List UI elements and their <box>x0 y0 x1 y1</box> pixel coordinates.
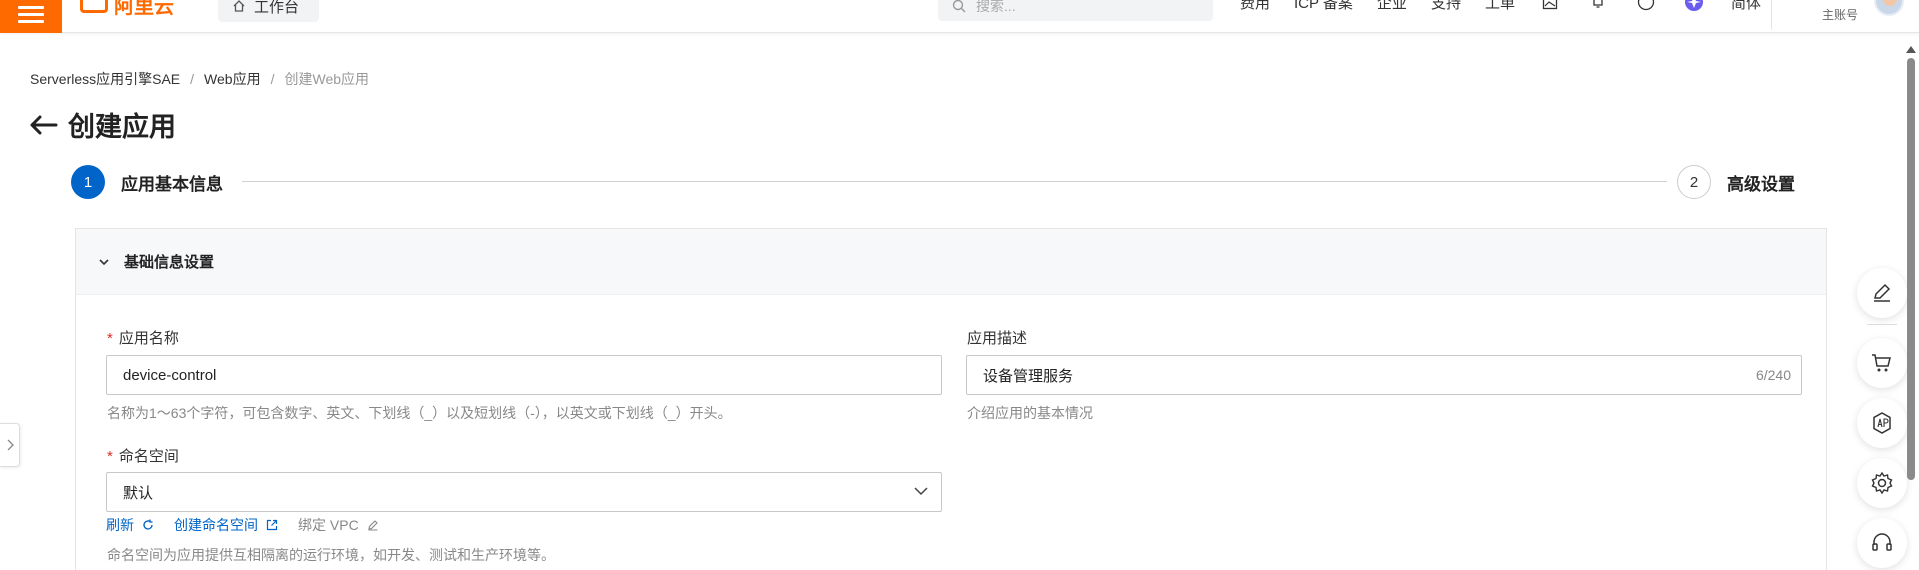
breadcrumb-item-sae[interactable]: Serverless应用引擎SAE <box>30 69 180 89</box>
step-number-circle: 1 <box>71 165 105 199</box>
page-scrollbar[interactable] <box>1906 38 1916 480</box>
image-icon[interactable] <box>1540 0 1560 12</box>
app-desc-input[interactable]: 设备管理服务 6/240 <box>966 355 1802 395</box>
settings-button[interactable] <box>1857 458 1907 508</box>
nav-link-ticket[interactable]: 工单 <box>1485 0 1515 13</box>
customer-service-button[interactable] <box>1857 518 1907 568</box>
external-link-icon <box>266 519 278 531</box>
cart-icon <box>1872 354 1891 372</box>
namespace-label-text: 命名空间 <box>118 448 179 465</box>
app-name-input[interactable]: device-control <box>106 355 942 395</box>
nav-link-billing[interactable]: 费用 <box>1240 0 1270 13</box>
breadcrumb-separator: / <box>190 71 195 87</box>
section-header[interactable]: 基础信息设置 <box>76 229 1826 295</box>
app-name-value: device-control <box>123 366 217 384</box>
step-number-circle: 2 <box>1677 165 1711 199</box>
section-title: 基础信息设置 <box>124 254 215 271</box>
menu-icon <box>18 5 44 24</box>
top-navigation-bar: 阿里云 工作台 搜索... 费用 ICP 备案 企业 支持 工单 简体 主账号 <box>0 0 1919 33</box>
edit-button[interactable] <box>1857 268 1907 318</box>
hamburger-menu-button[interactable] <box>0 0 62 33</box>
avatar[interactable] <box>1874 0 1904 16</box>
topbar-divider <box>1771 0 1772 30</box>
namespace-actions: 刷新 创建命名空间 绑定 VPC <box>106 515 379 535</box>
aliyun-logo[interactable]: 阿里云 <box>80 0 174 18</box>
app-desc-help: 介绍应用的基本情况 <box>967 405 1093 421</box>
workbench-label: 工作台 <box>254 0 300 16</box>
breadcrumb: Serverless应用引擎SAE / Web应用 / 创建Web应用 <box>30 69 369 89</box>
bell-icon[interactable] <box>1588 0 1608 12</box>
app-desc-label: 应用描述 <box>967 330 1028 347</box>
logo-text: 阿里云 <box>114 0 174 18</box>
chevron-down-icon <box>99 258 109 265</box>
create-namespace-link[interactable]: 创建命名空间 <box>174 515 278 535</box>
chevron-down-icon <box>914 487 928 496</box>
nav-link-icp[interactable]: ICP 备案 <box>1294 0 1353 13</box>
chevron-right-icon <box>7 439 14 451</box>
namespace-label: * 命名空间 <box>107 445 179 466</box>
step-advanced-settings[interactable]: 2 高级设置 <box>1677 165 1795 199</box>
toolbar-divider <box>1867 324 1897 325</box>
step-basic-info[interactable]: 1 应用基本信息 <box>71 165 223 199</box>
edit-icon <box>1874 283 1891 302</box>
search-input[interactable]: 搜索... <box>938 0 1213 21</box>
step-label: 高级设置 <box>1727 174 1795 194</box>
bind-vpc-label: 绑定 VPC <box>298 517 359 533</box>
headset-icon <box>1872 533 1892 551</box>
app-name-help: 名称为1～63个字符，可包含数字、英文、下划线（_）以及短划线（-），以英文或下… <box>107 405 732 421</box>
scroll-up-arrow-icon[interactable] <box>1906 46 1916 53</box>
api-icon <box>1873 412 1891 434</box>
bind-vpc-link[interactable]: 绑定 VPC <box>298 515 379 535</box>
workbench-button[interactable]: 工作台 <box>218 0 319 22</box>
ai-assistant-icon[interactable] <box>1684 0 1704 12</box>
search-placeholder: 搜索... <box>976 0 1016 14</box>
create-namespace-label: 创建命名空间 <box>174 517 258 533</box>
help-icon[interactable] <box>1636 0 1656 12</box>
cart-button[interactable] <box>1857 338 1907 388</box>
nav-link-support[interactable]: 支持 <box>1431 0 1461 13</box>
step-label: 应用基本信息 <box>121 174 223 194</box>
search-icon <box>952 0 966 12</box>
edit-icon <box>367 520 378 531</box>
top-nav-links: 费用 ICP 备案 企业 支持 工单 <box>1240 0 1539 12</box>
app-name-label: * 应用名称 <box>107 327 179 348</box>
api-button[interactable] <box>1857 398 1907 448</box>
required-asterisk: * <box>107 448 113 465</box>
nav-link-enterprise[interactable]: 企业 <box>1377 0 1407 13</box>
back-arrow-icon[interactable] <box>28 114 58 136</box>
refresh-link[interactable]: 刷新 <box>106 515 154 535</box>
required-asterisk: * <box>107 330 113 347</box>
namespace-value: 默认 <box>123 484 154 502</box>
page-title: 创建应用 <box>28 105 176 144</box>
account-label[interactable]: 主账号 <box>1822 6 1858 23</box>
breadcrumb-separator: / <box>270 71 275 87</box>
breadcrumb-item-web-app[interactable]: Web应用 <box>204 69 261 89</box>
app-name-label-text: 应用名称 <box>118 330 179 347</box>
step-connector-line <box>242 181 1667 182</box>
char-counter: 6/240 <box>1755 367 1791 383</box>
page-title-text: 创建应用 <box>68 112 176 142</box>
scrollbar-thumb[interactable] <box>1907 58 1915 480</box>
refresh-label: 刷新 <box>106 517 134 533</box>
namespace-help: 命名空间为应用提供互相隔离的运行环境，如开发、测试和生产环境等。 <box>107 547 555 563</box>
sidebar-expand-toggle[interactable] <box>0 423 20 467</box>
home-icon <box>233 0 245 12</box>
namespace-select[interactable]: 默认 <box>106 472 942 512</box>
refresh-icon <box>143 519 153 530</box>
gear-icon <box>1871 471 1893 495</box>
app-desc-value: 设备管理服务 <box>983 367 1074 385</box>
top-nav-icons <box>1540 0 1704 12</box>
breadcrumb-item-current: 创建Web应用 <box>284 71 370 87</box>
language-switch[interactable]: 简体 <box>1731 0 1761 13</box>
logo-mark-icon <box>80 0 108 13</box>
